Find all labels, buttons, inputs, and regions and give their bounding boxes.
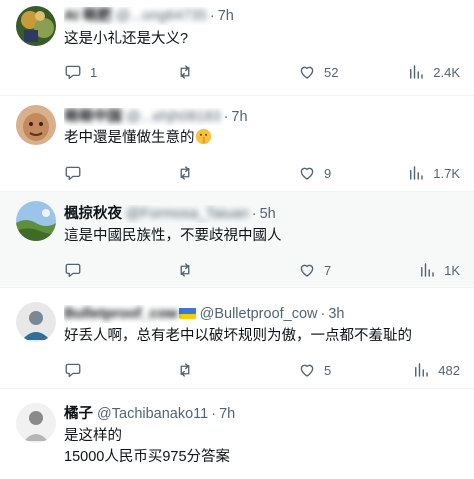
heart-icon <box>300 66 314 79</box>
retweet-button[interactable] <box>176 163 202 183</box>
action-bar: 7 1K <box>64 260 460 280</box>
handle[interactable]: @Tachibanako11 <box>97 406 208 422</box>
bar-chart-icon <box>415 363 429 377</box>
action-bar: 1 52 2.4K <box>64 62 460 82</box>
views-button[interactable]: 482 <box>412 360 460 380</box>
retweet-icon <box>180 65 190 79</box>
reply-button[interactable]: 1 <box>64 62 97 82</box>
like-button[interactable]: 7 <box>298 260 331 280</box>
reply-count: 1 <box>90 64 98 80</box>
views-button[interactable]: 2.4K <box>407 62 460 82</box>
separator-dot: · <box>223 109 229 125</box>
reply-button[interactable] <box>64 163 90 183</box>
tweet[interactable]: 萌萌中国 @...ehjh08183 · 7h 老中還是懂做生意的 9 1.7K <box>0 96 474 192</box>
heart-icon <box>300 167 314 180</box>
timestamp[interactable]: 7h <box>219 406 235 422</box>
like-count: 52 <box>324 64 339 80</box>
like-count: 7 <box>324 262 332 278</box>
avatar[interactable] <box>16 403 56 443</box>
tweet-text: 好丢人啊，总有老中以破坏规则为傲，一点都不羞耻的 <box>64 328 412 344</box>
timestamp[interactable]: 5h <box>260 206 276 222</box>
like-count: 5 <box>324 362 332 378</box>
avatar[interactable] <box>16 302 56 342</box>
separator-dot: · <box>251 206 257 222</box>
handle[interactable]: @...ong64735 <box>116 8 207 24</box>
tweet-header: Bulletproof_cow @Bulletproof_cow · 3h <box>64 305 462 323</box>
retweet-button[interactable] <box>176 62 202 82</box>
action-bar: 5 482 <box>64 360 460 380</box>
tweet-text: 老中還是懂做生意的 <box>64 128 462 149</box>
bar-chart-icon <box>410 65 423 79</box>
avatar-image <box>16 105 56 145</box>
retweet-icon <box>180 166 190 180</box>
speech-bubble-icon <box>65 166 81 181</box>
view-count: 2.4K <box>433 64 460 80</box>
bar-chart-icon <box>421 263 434 277</box>
view-count: 1K <box>444 262 460 278</box>
retweet-button[interactable] <box>176 260 202 280</box>
display-name[interactable]: Bulletproof_cow <box>64 306 178 322</box>
display-name[interactable]: 楓掠秋夜 <box>64 206 122 222</box>
avatar[interactable] <box>16 105 56 145</box>
tweet[interactable]: AI 萌肥 @...ong64735 · 7h 这是小礼还是大义? 1 52 2.4… <box>0 0 474 96</box>
shushing-face-emoji <box>195 128 211 145</box>
avatar-image <box>16 302 56 342</box>
timestamp[interactable]: 3h <box>328 306 344 322</box>
tweet-header: AI 萌肥 @...ong64735 · 7h <box>64 7 462 25</box>
reply-button[interactable] <box>64 360 90 380</box>
tweet-text-content: 老中還是懂做生意的 <box>64 130 195 146</box>
like-button[interactable]: 9 <box>298 163 331 183</box>
action-bar: 9 1.7K <box>64 163 460 183</box>
tweet-header: 橘子 @Tachibanako11 · 7h <box>64 405 462 423</box>
speech-bubble-icon <box>65 363 81 378</box>
separator-dot: · <box>211 406 217 422</box>
timestamp[interactable]: 7h <box>218 8 234 24</box>
flag-icon <box>178 307 196 319</box>
speech-bubble-icon <box>65 65 81 80</box>
avatar[interactable] <box>16 6 56 46</box>
display-name[interactable]: AI 萌肥 <box>64 8 112 24</box>
tweet[interactable]: 橘子 @Tachibanako11 · 7h 是这样的 15000人民币买975分答… <box>0 389 474 479</box>
avatar-image <box>16 201 56 241</box>
view-count: 1.7K <box>433 165 460 181</box>
retweet-icon <box>180 363 190 377</box>
like-button[interactable]: 52 <box>298 62 338 82</box>
avatar-image <box>16 403 56 443</box>
handle[interactable]: @Formosa_Taiuan <box>126 206 249 222</box>
handle[interactable]: @Bulletproof_cow <box>200 306 318 322</box>
avatar-image <box>16 6 56 46</box>
heart-icon <box>300 364 314 377</box>
heart-icon <box>300 264 314 277</box>
speech-bubble-icon <box>65 263 81 278</box>
reply-button[interactable] <box>64 260 90 280</box>
tweet-header: 楓掠秋夜 @Formosa_Taiuan · 5h <box>64 205 462 223</box>
handle[interactable]: @...ehjh08183 <box>126 109 221 125</box>
like-count: 9 <box>324 165 332 181</box>
separator-dot: · <box>320 306 326 322</box>
tweet-text: 这是小礼还是大义? <box>64 31 189 47</box>
display-name[interactable]: 萌萌中国 <box>64 109 122 125</box>
tweet-header: 萌萌中国 @...ehjh08183 · 7h <box>64 108 462 126</box>
bar-chart-icon <box>410 166 423 180</box>
timestamp[interactable]: 7h <box>231 109 247 125</box>
retweet-button[interactable] <box>176 360 202 380</box>
like-button[interactable]: 5 <box>298 360 331 380</box>
tweet-text: 這是中國民族性，不要歧視中國人 <box>64 228 282 244</box>
display-name[interactable]: 橘子 <box>64 406 93 422</box>
view-count: 482 <box>438 362 460 378</box>
retweet-icon <box>180 263 190 277</box>
views-button[interactable]: 1K <box>418 260 460 280</box>
tweet[interactable]: 楓掠秋夜 @Formosa_Taiuan · 5h 這是中國民族性，不要歧視中國人 … <box>0 192 474 288</box>
tweet-text: 是这样的 15000人民币买975分答案 <box>64 428 231 465</box>
tweet[interactable]: Bulletproof_cow @Bulletproof_cow · 3h 好丢人啊… <box>0 288 474 389</box>
separator-dot: · <box>209 8 215 24</box>
views-button[interactable]: 1.7K <box>407 163 460 183</box>
avatar[interactable] <box>16 201 56 241</box>
